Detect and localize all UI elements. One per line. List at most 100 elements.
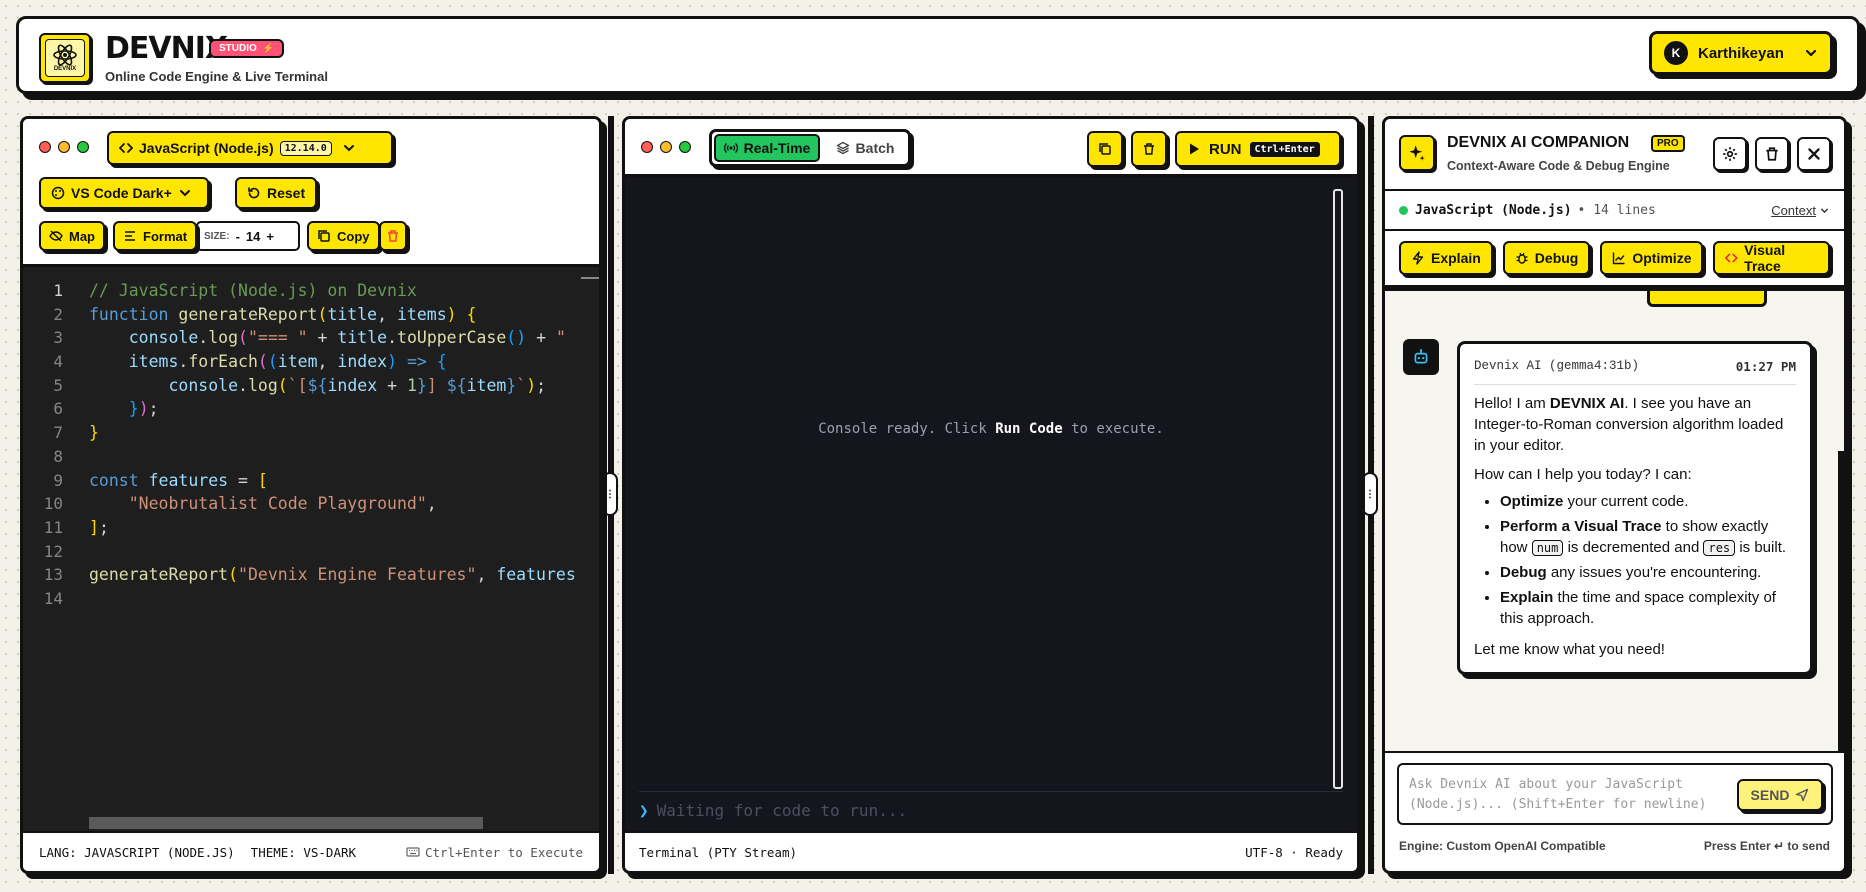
code-content[interactable]: // JavaScript (Node.js) on Devnix functi…: [89, 279, 599, 611]
chat-input[interactable]: Ask Devnix AI about your JavaScript (Nod…: [1397, 763, 1833, 825]
horizontal-scrollbar[interactable]: [89, 817, 483, 829]
bot-avatar: [1403, 339, 1439, 375]
message-time: 01:27 PM: [1735, 359, 1796, 374]
mode-realtime-label: Real-Time: [743, 140, 811, 156]
minimap-toggle[interactable]: Map: [39, 221, 105, 251]
debug-button[interactable]: Debug: [1502, 241, 1591, 275]
delete-code-button[interactable]: [379, 221, 407, 251]
terminal-status-left: Terminal (PTY Stream): [639, 844, 798, 860]
bolt-icon: [1412, 251, 1424, 265]
list-item-bold: Debug: [1500, 563, 1547, 581]
editor-status-bar: LANG: JAVASCRIPT (NODE.JS) THEME: VS-DAR…: [23, 831, 599, 871]
theme-select[interactable]: VS Code Dark+: [39, 177, 209, 209]
maximize-dot[interactable]: [679, 141, 691, 153]
list-item-bold: Explain: [1500, 588, 1554, 606]
format-button[interactable]: Format: [113, 221, 198, 251]
minimize-dot[interactable]: [58, 141, 70, 153]
enter-hint: Press Enter ↵ to send: [1703, 839, 1830, 853]
terminal-output[interactable]: Console ready. Click Run Code to execute…: [625, 177, 1357, 837]
theme-label: VS Code Dark+: [71, 185, 172, 201]
message-sender: Devnix AI (gemma4:31b): [1474, 359, 1640, 373]
chat-history[interactable]: Devnix AI (gemma4:31b) 01:27 PM Hello! I…: [1385, 291, 1844, 751]
settings-button[interactable]: [1713, 137, 1747, 171]
broadcast-icon: [723, 143, 738, 153]
palette-icon: [51, 186, 65, 200]
previous-message-tail: [1647, 291, 1767, 307]
layers-icon: [836, 141, 849, 155]
line-number: 7: [53, 423, 63, 443]
code-line: console.log(`[${index + 1}] ${item}`);: [168, 375, 547, 395]
send-icon: [1796, 788, 1809, 802]
run-label: RUN: [1209, 140, 1242, 158]
size-decrease-button[interactable]: -: [236, 229, 240, 244]
eye-off-icon: [49, 230, 63, 242]
optimize-label: Optimize: [1632, 250, 1692, 266]
terminal-status-right: UTF-8 · Ready: [1245, 844, 1343, 860]
message-text: Hello! I am: [1474, 394, 1546, 412]
line-number: 14: [43, 588, 63, 608]
visual-trace-button[interactable]: Visual Trace: [1713, 241, 1830, 275]
send-button[interactable]: SEND: [1737, 779, 1823, 811]
ai-title: DEVNIX AI COMPANION: [1447, 134, 1630, 151]
code-line: console.log("=== " + title.toUpperCase()…: [128, 328, 566, 348]
line-number: 13: [43, 565, 63, 585]
size-increase-button[interactable]: +: [266, 229, 274, 244]
message-bold: DEVNIX AI: [1549, 394, 1625, 412]
chat-scrollbar[interactable]: [1838, 451, 1844, 751]
language-select[interactable]: JavaScript (Node.js) 12.14.0: [107, 131, 393, 165]
line-number: 12: [43, 541, 63, 561]
editor-panel: JavaScript (Node.js) 12.14.0 VS Code Dar…: [20, 116, 602, 874]
user-menu-button[interactable]: K Karthikeyan: [1649, 31, 1833, 75]
line-number: 10: [43, 494, 63, 514]
atom-logo-icon: [53, 44, 77, 66]
code-line: const features = [: [89, 470, 268, 490]
play-icon: [1190, 143, 1199, 155]
avatar: K: [1664, 41, 1688, 65]
debug-label: Debug: [1534, 250, 1579, 266]
robot-icon: [1414, 349, 1428, 364]
logo-text: DEVNIX: [53, 66, 77, 72]
copy-button[interactable]: Copy: [307, 221, 380, 251]
rotate-icon: [248, 187, 260, 199]
clear-terminal-button[interactable]: [1131, 131, 1167, 167]
line-number: 6: [53, 399, 63, 419]
close-dot[interactable]: [39, 141, 51, 153]
mode-realtime-button[interactable]: Real-Time: [714, 134, 820, 162]
explain-button[interactable]: Explain: [1399, 241, 1493, 275]
studio-badge-label: STUDIO: [219, 43, 257, 54]
copy-output-button[interactable]: [1087, 131, 1123, 167]
run-shortcut: Ctrl+Enter: [1249, 141, 1320, 157]
mode-batch-label: Batch: [855, 140, 895, 156]
mode-batch-button[interactable]: Batch: [824, 134, 906, 162]
console-ready-suffix: to execute.: [1071, 421, 1164, 437]
studio-badge: STUDIO ⚡: [209, 39, 284, 58]
resize-grip-left[interactable]: ⋮: [602, 472, 618, 516]
resize-grip-right[interactable]: ⋮: [1362, 472, 1378, 516]
align-left-icon: [125, 231, 135, 241]
minimize-dot[interactable]: [660, 141, 672, 153]
terminal-input-row[interactable]: ❯ Waiting for code to run...: [639, 801, 907, 820]
code-icon: [119, 143, 133, 153]
context-dropdown[interactable]: Context: [1771, 203, 1830, 218]
window-controls: [641, 141, 691, 153]
line-number: 5: [53, 375, 63, 395]
reset-button[interactable]: Reset: [235, 177, 318, 209]
close-panel-button[interactable]: [1797, 137, 1831, 171]
ai-companion-panel: DEVNIX AI COMPANION PRO Context-Aware Co…: [1382, 116, 1847, 874]
clear-chat-button[interactable]: [1755, 137, 1789, 171]
code-line: items.forEach((item, index) => {: [128, 352, 447, 372]
close-dot[interactable]: [641, 141, 653, 153]
trend-chart-icon: [1613, 252, 1625, 265]
close-icon: [1808, 148, 1820, 160]
vertical-scrollbar[interactable]: [1333, 189, 1343, 789]
code-editor[interactable]: 1 2 3 4 5 6 7 8 9 10 11 12 13 14 // JavaScript (Node.…: [23, 267, 599, 837]
maximize-dot[interactable]: [77, 141, 89, 153]
run-button[interactable]: RUN Ctrl+Enter: [1175, 131, 1341, 167]
list-item-text: is built.: [1739, 538, 1787, 556]
visual-trace-label: Visual Trace: [1744, 242, 1786, 274]
optimize-button[interactable]: Optimize: [1600, 241, 1704, 275]
chevron-down-icon: [1805, 49, 1817, 57]
ai-header: DEVNIX AI COMPANION PRO Context-Aware Co…: [1385, 119, 1844, 191]
